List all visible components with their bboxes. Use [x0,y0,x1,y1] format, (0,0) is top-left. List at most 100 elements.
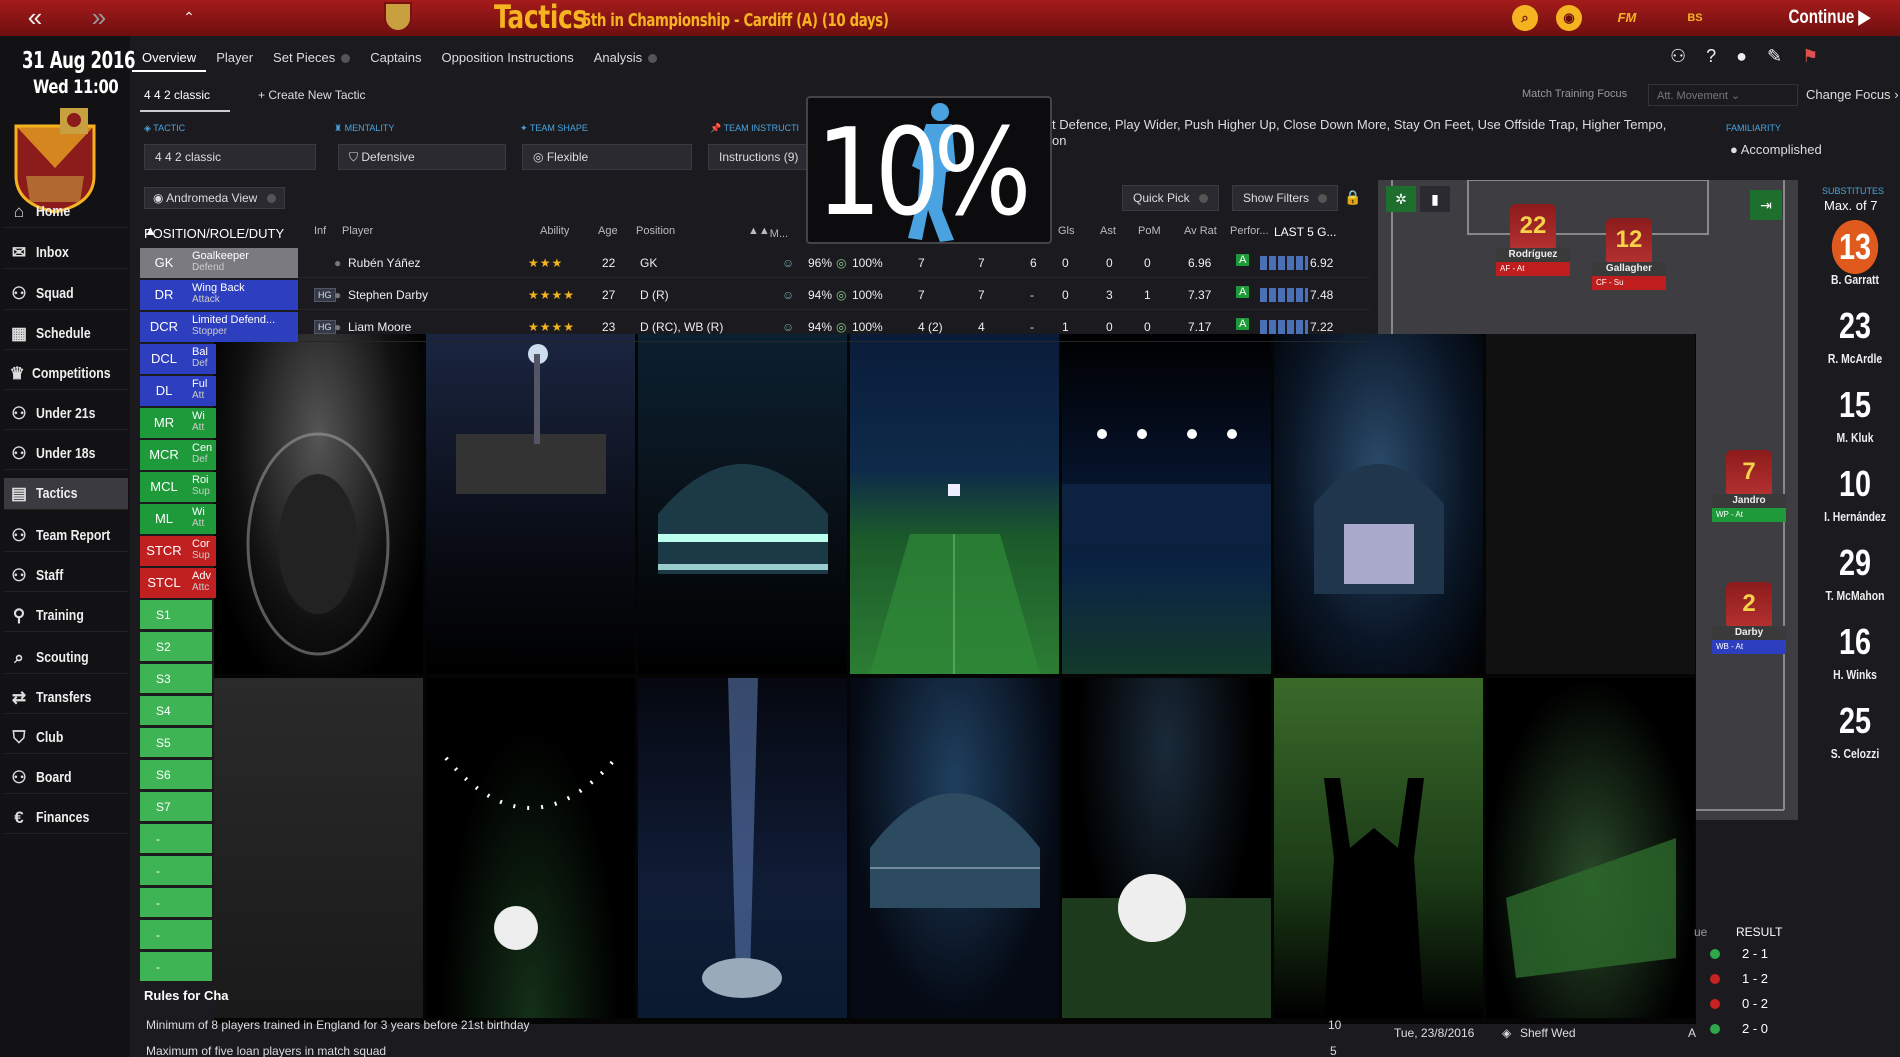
sidebar-item-tactics[interactable]: ▤ Tactics [4,478,128,510]
substitute-name[interactable]: H. Winks [1819,667,1891,682]
sidebar-item-transfers[interactable]: ⇄ Transfers [4,682,128,714]
table-row[interactable]: STCL Adv Attc [140,568,216,598]
table-row[interactable]: MCR Cen Def [140,440,216,470]
tab-opposition-instructions[interactable]: Opposition Instructions [432,44,584,72]
sidebar-item-squad[interactable]: ⚇ Squad [4,278,128,310]
sub-slot[interactable]: - [140,856,212,886]
edit-icon[interactable]: ✎ [1767,46,1782,67]
position-role-cell[interactable]: MCR Cen Def [140,440,216,470]
gallery-tile-9[interactable] [426,678,635,1018]
gallery-tile-1[interactable] [214,334,423,674]
sidebar-item-staff[interactable]: ⚇ Staff [4,560,128,592]
substitute-number[interactable]: 29 [1832,536,1878,590]
gallery-tile-4[interactable] [850,334,1059,674]
fixture-opponent[interactable]: Sheff Wed [1520,1026,1576,1040]
result-item[interactable]: 1 - 2 [1710,969,1830,991]
gallery-tile-6[interactable] [1274,334,1483,674]
table-row[interactable]: DL Ful Att [140,376,216,406]
mentality-select[interactable]: ⛉ Defensive [338,144,506,170]
gallery-tile-2[interactable] [426,334,635,674]
create-new-tactic-button[interactable]: + Create New Tactic [258,88,366,102]
sub-slot[interactable]: - [140,824,212,854]
player-pitch-role[interactable]: AF - At [1496,262,1570,276]
fm-button[interactable]: FM [1614,5,1640,31]
substitute-name[interactable]: R. McArdle [1819,351,1891,366]
continue-button[interactable]: Continue ▶ [1788,4,1870,32]
people-icon[interactable]: ⚇ [1670,46,1686,67]
gallery-tile-11[interactable] [850,678,1059,1018]
sub-slot[interactable]: S2 [140,632,212,662]
position-role-cell[interactable]: DR Wing Back Attack [140,280,298,310]
sub-slot[interactable]: S3 [140,664,212,694]
position-role-cell[interactable]: MR Wi Att [140,408,216,438]
sub-slot[interactable]: S7 [140,792,212,822]
position-role-cell[interactable]: STCR Cor Sup [140,536,216,566]
tab-set-pieces[interactable]: Set Pieces [263,44,360,72]
sidebar-item-home[interactable]: ⌂ Home [4,196,128,228]
player-pitch-role[interactable]: WB - At [1712,640,1786,654]
tab-player[interactable]: Player [206,44,263,72]
forward-icon[interactable]: » [80,3,118,33]
col-ast[interactable]: Ast [1100,225,1116,237]
player-name[interactable]: Liam Moore [348,320,411,334]
sub-slot[interactable]: S6 [140,760,212,790]
player-name[interactable]: Rubén Yáñez [348,256,421,270]
position-role-cell[interactable]: GK Goalkeeper Defend [140,248,298,278]
gallery-tile-8[interactable] [214,678,423,1018]
col-gls[interactable]: Gls [1058,225,1075,237]
sub-slot[interactable]: S4 [140,696,212,726]
sidebar-item-schedule[interactable]: ▦ Schedule [4,318,128,350]
table-row[interactable]: GK Goalkeeper Defend Rubén Yáñez ★★★ 22 GK 96% 1… [140,248,1370,278]
substitute-name[interactable]: T. McMahon [1819,588,1891,603]
ball-icon[interactable]: ◉ [1556,5,1582,31]
table-row[interactable]: MCL Roi Sup [140,472,216,502]
col-age[interactable]: Age [598,225,618,237]
col-ability[interactable]: Ability [540,225,569,237]
substitute-name[interactable]: B. Garratt [1819,272,1891,287]
bs-button[interactable]: BS [1682,5,1708,31]
position-role-cell[interactable]: STCL Adv Attc [140,568,216,598]
table-row[interactable]: ML Wi Att [140,504,216,534]
table-row[interactable]: STCR Cor Sup [140,536,216,566]
search-icon[interactable]: ⌕ [1512,5,1538,31]
gallery-tile-5[interactable] [1062,334,1271,674]
player-shirt[interactable]: 12 [1606,218,1652,262]
player-pitch-role[interactable]: WP - At [1712,508,1786,522]
col-position[interactable]: Position [636,225,675,237]
gallery-tile-10[interactable] [638,678,847,1018]
table-row[interactable]: DCL Bal Def [140,344,216,374]
sidebar-item-finances[interactable]: € Finances [4,802,128,834]
settings-icon[interactable]: ✲ [1386,186,1416,212]
substitute-number[interactable]: 16 [1832,615,1878,669]
position-role-cell[interactable]: MCL Roi Sup [140,472,216,502]
col-morale[interactable]: ▲▲ M... [748,225,788,240]
table-row[interactable]: DR Wing Back Attack HG Stephen Darby ★★★★ 27 D … [140,280,1370,310]
instructions-button[interactable]: Instructions (9) [708,144,808,170]
position-role-cell[interactable]: DCL Bal Def [140,344,216,374]
result-item[interactable]: 0 - 2 [1710,994,1830,1016]
substitute-number[interactable]: 10 [1832,457,1878,511]
sidebar-item-training[interactable]: ⚲ Training [4,600,128,632]
gallery-tile-13[interactable] [1274,678,1483,1018]
sidebar-item-team-report[interactable]: ⚇ Team Report [4,520,128,552]
bar-chart-icon[interactable]: ▮ [1420,186,1450,212]
substitute-number[interactable]: 23 [1832,299,1878,353]
player-pitch-role[interactable]: CF - Su [1592,276,1666,290]
sidebar-item-under-21s[interactable]: ⚇ Under 21s [4,398,128,430]
result-item[interactable]: 2 - 1 [1710,944,1830,966]
help-icon[interactable]: ? [1706,46,1716,67]
flag-icon[interactable]: ⚑ [1802,46,1818,67]
col-player[interactable]: Player [342,225,373,237]
substitute-number[interactable]: 15 [1832,378,1878,432]
sub-slot[interactable]: S1 [140,600,212,630]
att-movement-select[interactable]: Att. Movement ⌄ [1648,84,1798,106]
substitute-name[interactable]: S. Celozzi [1819,746,1891,761]
andromeda-view-select[interactable]: ◉ Andromeda View [144,187,285,209]
player-shirt[interactable]: 22 [1510,204,1556,248]
substitute-number[interactable]: 13 [1831,220,1879,274]
sidebar-item-club[interactable]: ⛉ Club [4,722,128,754]
sidebar-item-scouting[interactable]: ⌕ Scouting [4,642,128,674]
quick-pick-button[interactable]: Quick Pick [1122,185,1220,211]
player-info-icon[interactable]: ● [334,288,341,302]
substitute-name[interactable]: M. Kluk [1819,430,1891,445]
